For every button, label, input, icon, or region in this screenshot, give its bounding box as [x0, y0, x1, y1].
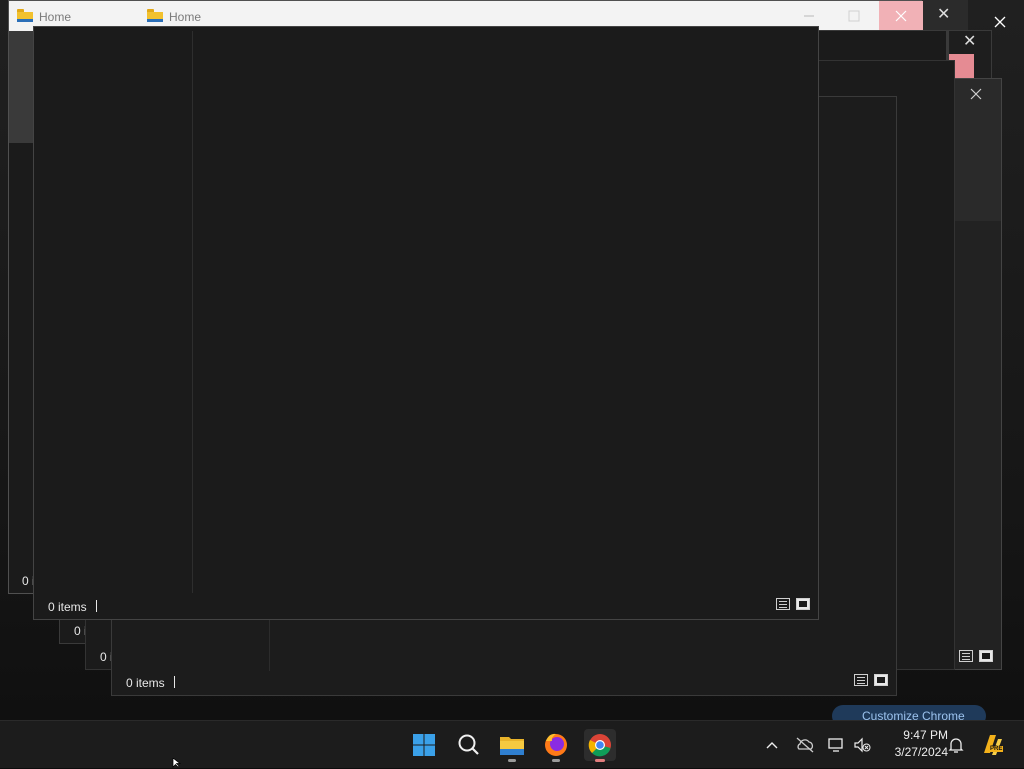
item-count: 0 items: [126, 676, 165, 690]
close-icon: [895, 10, 907, 22]
tiles-view-icon[interactable]: [874, 674, 888, 686]
clock-date: 3/27/2024: [894, 745, 948, 759]
explorer-window-front[interactable]: 0 items: [33, 26, 819, 620]
windows-logo-icon: [413, 734, 435, 756]
maximize-icon: [848, 10, 860, 22]
firefox-icon: [545, 733, 567, 756]
view-buttons: [776, 598, 810, 610]
window-title: Home: [169, 10, 202, 24]
file-explorer-button[interactable]: [496, 729, 528, 762]
search-button[interactable]: [452, 729, 484, 761]
clock-time: 9:47 PM: [903, 728, 948, 742]
show-hidden-icons-button[interactable]: [762, 735, 782, 755]
network-button[interactable]: [826, 735, 846, 755]
copilot-icon: [984, 735, 1002, 755]
search-icon: [458, 734, 479, 755]
content-area[interactable]: [194, 27, 818, 593]
tiles-view-icon[interactable]: [796, 598, 810, 610]
view-buttons: [959, 650, 993, 662]
system-tray: 9:47 PM 3/27/2024 PRE: [760, 721, 1024, 769]
running-indicator: [595, 759, 605, 762]
chrome-button[interactable]: [584, 729, 616, 762]
window-title: Home: [39, 10, 72, 24]
running-indicator: [508, 759, 516, 762]
running-indicator: [552, 759, 560, 762]
mouse-cursor-icon: [172, 758, 182, 768]
maximize-button[interactable]: [839, 1, 879, 31]
start-button[interactable]: [408, 729, 440, 761]
status-bar: 0 items: [112, 669, 896, 695]
close-icon[interactable]: ✕: [963, 34, 976, 50]
network-icon: [828, 738, 843, 752]
folder-icon: [500, 737, 524, 755]
folder-icon: [147, 9, 163, 22]
close-button[interactable]: [879, 1, 923, 31]
details-view-icon[interactable]: [776, 598, 790, 610]
nav-pane-strip: [9, 31, 35, 143]
details-view-icon[interactable]: [959, 650, 973, 662]
cloud-off-icon: [796, 737, 814, 753]
chevron-up-icon: [766, 742, 778, 749]
notification-button[interactable]: [946, 735, 966, 755]
status-bar: 0 items: [34, 593, 818, 619]
copilot-badge: PRE: [989, 746, 1004, 752]
tiles-view-icon[interactable]: [979, 650, 993, 662]
firefox-button[interactable]: [540, 729, 572, 762]
clock[interactable]: 9:47 PM 3/27/2024: [880, 721, 948, 769]
close-icon[interactable]: ✕: [937, 7, 950, 23]
navigation-pane[interactable]: [34, 27, 192, 593]
folder-icon: [17, 9, 33, 22]
volume-button[interactable]: [852, 735, 872, 755]
details-view-icon[interactable]: [854, 674, 868, 686]
copilot-button[interactable]: PRE: [978, 731, 1006, 759]
nav-pane-divider: [269, 619, 270, 671]
item-count: 0 items: [48, 600, 87, 614]
onedrive-button[interactable]: [794, 735, 816, 755]
status-separator: [96, 600, 97, 612]
volume-muted-icon: [854, 737, 871, 753]
bell-icon: [948, 738, 964, 753]
nav-pane-divider[interactable]: [192, 31, 193, 593]
taskbar: 9:47 PM 3/27/2024 PRE: [0, 720, 1024, 768]
status-separator: [174, 676, 175, 688]
close-icon[interactable]: [969, 87, 983, 101]
chrome-icon: [588, 734, 611, 757]
view-buttons: [854, 674, 888, 686]
